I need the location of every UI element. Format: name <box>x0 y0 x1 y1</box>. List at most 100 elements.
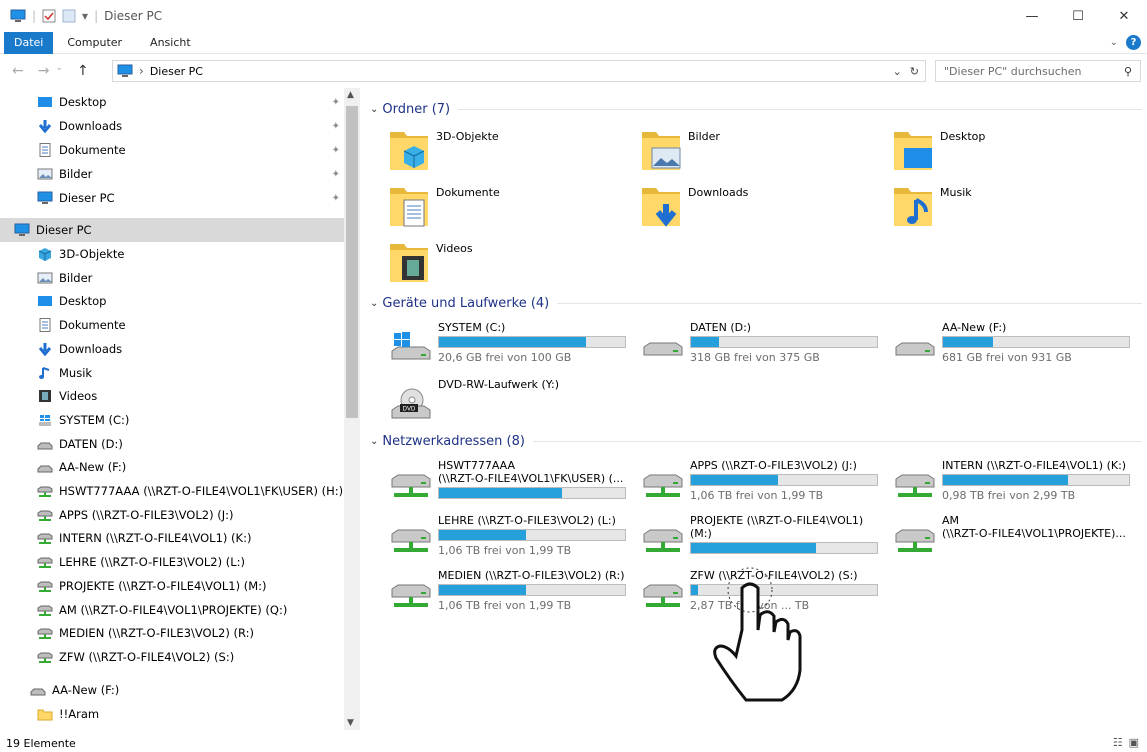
sidebar-item-label: INTERN (\\RZT-O-FILE4\VOL1) (K:) <box>59 531 252 546</box>
group-title: Geräte und Laufwerke (4) <box>382 295 550 311</box>
tab-view[interactable]: Ansicht <box>136 32 205 54</box>
recent-locations-icon[interactable]: ⌄ <box>55 63 63 79</box>
folder-tile[interactable]: Bilder <box>640 126 890 178</box>
drive-tile[interactable]: SYSTEM (C:) 20,6 GB frei von 100 GB <box>388 321 640 377</box>
network-drive-tile[interactable]: MEDIEN (\\RZT-O-FILE3\VOL2) (R:) 1,06 TB … <box>388 569 640 625</box>
tab-file[interactable]: Datei <box>4 31 54 54</box>
pin-icon[interactable]: ✦ <box>332 121 340 132</box>
folder-tile[interactable]: Videos <box>388 238 638 290</box>
drive-tile[interactable]: DVD DVD-RW-Laufwerk (Y:) <box>388 378 640 434</box>
up-icon[interactable]: ↑ <box>77 63 89 79</box>
scroll-up-icon[interactable]: ▲ <box>347 90 354 100</box>
maximize-button[interactable]: ☐ <box>1055 0 1101 32</box>
properties-icon[interactable] <box>42 9 56 23</box>
pin-icon[interactable]: ✦ <box>332 193 340 204</box>
sidebar-item-label: SYSTEM (C:) <box>59 412 130 427</box>
free-space-text: 0,98 TB frei von 2,99 TB <box>942 489 1076 502</box>
sidebar-item-15[interactable]: PROJEKTE (\\RZT-O-FILE4\VOL1) (M:) <box>0 574 344 598</box>
sidebar-quick-bilder[interactable]: Bilder ✦ <box>0 162 344 186</box>
folder-tile[interactable]: Dokumente <box>388 182 638 234</box>
network-drive-tile[interactable]: HSWT777AAA (\\RZT-O-FILE4\VOL1\FK\USER) … <box>388 459 640 515</box>
group-header-drives[interactable]: ⌄ Geräte und Laufwerke (4) <box>370 293 1142 313</box>
sidebar-item-17[interactable]: MEDIEN (\\RZT-O-FILE3\VOL2) (R:) <box>0 621 344 645</box>
sidebar-item-this-pc[interactable]: Dieser PC <box>0 218 344 242</box>
sidebar-item-18[interactable]: ZFW (\\RZT-O-FILE4\VOL2) (S:) <box>0 645 344 669</box>
forward-icon[interactable]: → <box>38 63 50 79</box>
collapse-chevron-icon[interactable]: ⌄ <box>370 298 378 309</box>
free-space-text: 1,06 TB frei von 1,99 TB <box>438 544 572 557</box>
network-drive-icon <box>391 529 431 552</box>
sidebar-item-13[interactable]: INTERN (\\RZT-O-FILE4\VOL1) (K:) <box>0 526 344 550</box>
sidebar-item-4[interactable]: Dokumente <box>0 313 344 337</box>
pin-icon[interactable]: ✦ <box>332 97 340 108</box>
network-drive-tile[interactable]: AM (\\RZT-O-FILE4\VOL1\PROJEKTE)... <box>892 514 1144 570</box>
collapse-chevron-icon[interactable]: ⌄ <box>370 436 378 447</box>
sidebar-item-label: PROJEKTE (\\RZT-O-FILE4\VOL1) (M:) <box>59 578 267 593</box>
sidebar-item-8[interactable]: SYSTEM (C:) <box>0 408 344 432</box>
drive-tile[interactable]: AA-New (F:) 681 GB frei von 931 GB <box>892 321 1144 377</box>
sidebar-item-16[interactable]: AM (\\RZT-O-FILE4\VOL1\PROJEKTE) (Q:) <box>0 598 344 622</box>
close-button[interactable]: ✕ <box>1101 0 1147 32</box>
sidebar-quick-desktop[interactable]: Desktop ✦ <box>0 90 344 114</box>
tab-computer[interactable]: Computer <box>53 32 136 54</box>
folder-tile[interactable]: Desktop <box>892 126 1142 178</box>
3d-icon <box>38 248 52 261</box>
pictures-icon <box>37 168 53 180</box>
folder-tile[interactable]: 3D-Objekte <box>388 126 638 178</box>
back-icon[interactable]: ← <box>12 63 24 79</box>
sidebar-item-6[interactable]: Musik <box>0 361 344 385</box>
sidebar-item-3[interactable]: Desktop <box>0 289 344 313</box>
sidebar-item-14[interactable]: LEHRE (\\RZT-O-FILE3\VOL2) (L:) <box>0 550 344 574</box>
help-icon[interactable]: ? <box>1126 35 1141 50</box>
search-input[interactable]: "Dieser PC" durchsuchen ⚲ <box>935 60 1141 82</box>
document-icon <box>39 318 51 333</box>
drive-tile[interactable]: DATEN (D:) 318 GB frei von 375 GB <box>640 321 892 377</box>
ribbon-tabs: Datei Computer Ansicht ⌄ ? <box>0 31 1147 54</box>
collapse-chevron-icon[interactable]: ⌄ <box>370 104 378 115</box>
network-drive-tile[interactable]: APPS (\\RZT-O-FILE3\VOL2) (J:) 1,06 TB fr… <box>640 459 892 515</box>
group-header-folders[interactable]: ⌄ Ordner (7) <box>370 99 1142 119</box>
network-drive-tile[interactable]: INTERN (\\RZT-O-FILE4\VOL1) (K:) 0,98 TB … <box>892 459 1144 515</box>
computer-icon <box>14 223 30 236</box>
breadcrumb-item[interactable]: Dieser PC <box>150 65 203 78</box>
sidebar-extra-2[interactable]: !!Aram <box>0 702 344 726</box>
large-icons-view-icon[interactable]: ▣ <box>1129 736 1139 749</box>
address-dropdown-icon[interactable]: ⌄ <box>893 65 902 78</box>
folder-tile[interactable]: Downloads <box>640 182 890 234</box>
sidebar-quick-dieser-pc[interactable]: Dieser PC ✦ <box>0 186 344 210</box>
group-header-network[interactable]: ⌄ Netzwerkadressen (8) <box>370 431 1142 451</box>
breadcrumb-chevron-icon[interactable]: › <box>139 64 144 78</box>
sidebar-item-2[interactable]: Bilder <box>0 266 344 290</box>
sidebar-item-11[interactable]: HSWT777AAA (\\RZT-O-FILE4\VOL1\FK\USER) … <box>0 479 344 503</box>
sidebar-item-12[interactable]: APPS (\\RZT-O-FILE3\VOL2) (J:) <box>0 503 344 527</box>
free-space-text: 1,06 TB frei von 1,99 TB <box>690 489 824 502</box>
refresh-icon[interactable]: ↻ <box>910 65 919 78</box>
scroll-thumb[interactable] <box>346 106 358 418</box>
customize-quick-access[interactable]: ▾ <box>82 9 88 23</box>
expand-ribbon-icon[interactable]: ⌄ <box>1110 37 1118 48</box>
sidebar-quick-downloads[interactable]: Downloads ✦ <box>0 114 344 138</box>
sidebar-scrollbar[interactable]: ▲ ▼ <box>344 88 360 730</box>
sidebar-item-1[interactable]: 3D-Objekte <box>0 242 344 266</box>
network-drive-tile[interactable]: LEHRE (\\RZT-O-FILE3\VOL2) (L:) 1,06 TB f… <box>388 514 640 570</box>
music-icon <box>39 366 50 379</box>
capacity-bar <box>690 542 878 554</box>
sidebar-item-9[interactable]: DATEN (D:) <box>0 432 344 456</box>
sidebar-extra-1[interactable]: AA-New (F:) <box>0 678 344 702</box>
minimize-button[interactable]: — <box>1009 0 1055 32</box>
address-bar[interactable]: › Dieser PC ⌄ ↻ <box>112 60 926 82</box>
sidebar-item-10[interactable]: AA-New (F:) <box>0 455 344 479</box>
windows-drive-icon <box>39 414 51 426</box>
details-view-icon[interactable]: ☷ <box>1113 736 1123 749</box>
folder-label: Downloads <box>688 186 749 199</box>
new-folder-icon[interactable] <box>62 9 76 23</box>
sidebar-quick-dokumente[interactable]: Dokumente ✦ <box>0 138 344 162</box>
sidebar-item-5[interactable]: Downloads <box>0 337 344 361</box>
pin-icon[interactable]: ✦ <box>332 145 340 156</box>
scroll-down-icon[interactable]: ▼ <box>347 718 354 728</box>
quick-access-toolbar: | ▾ | Dieser PC <box>0 9 162 23</box>
folder-tile[interactable]: Musik <box>892 182 1142 234</box>
sidebar-item-7[interactable]: Videos <box>0 384 344 408</box>
pin-icon[interactable]: ✦ <box>332 169 340 180</box>
search-icon[interactable]: ⚲ <box>1124 65 1132 78</box>
